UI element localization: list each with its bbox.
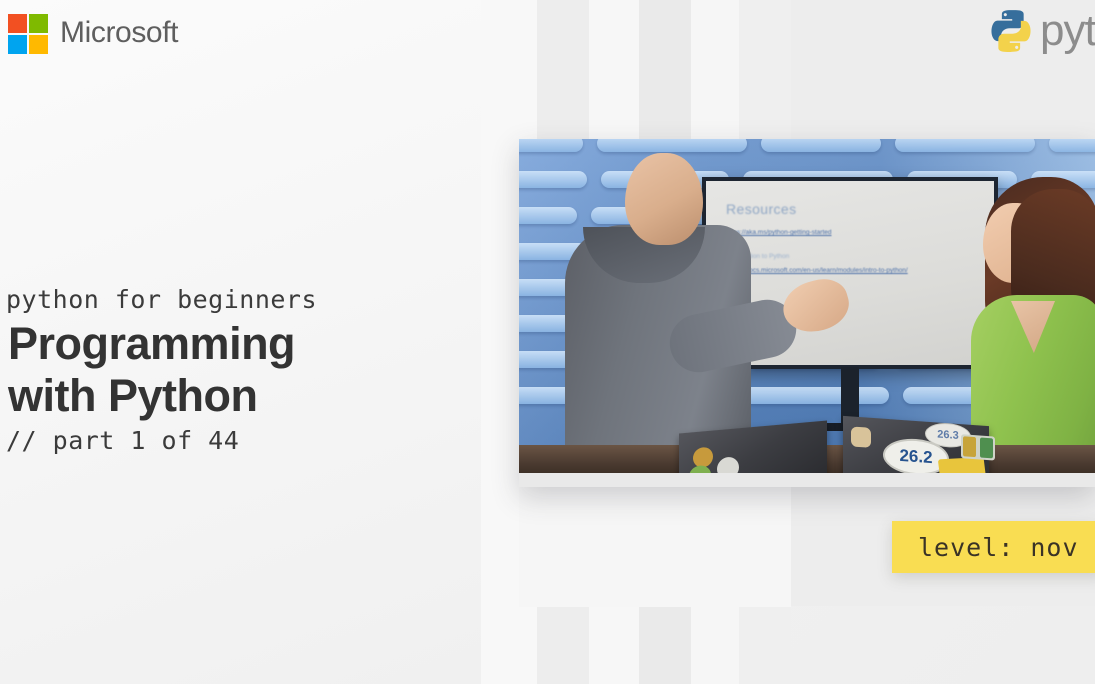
slide-canvas: Microsoft python for beginners // part 1… [0,0,1095,684]
series-kicker-line-1: python for beginners [6,285,318,314]
python-logo-icon [991,10,1031,52]
series-kicker-line-2: // part 1 of 44 [6,426,240,455]
level-badge: level: nov [892,521,1095,573]
microsoft-logo-square-green [29,14,48,33]
page-title-line-1: Programming [8,318,296,369]
python-wordmark: python [1040,6,1095,55]
level-badge-label: level: nov [918,532,1079,562]
video-backdrop-panel-inner [519,487,791,607]
slide-link-docs-module[interactable]: https://docs.microsoft.com/en-us/learn/m… [726,267,908,274]
microsoft-logo [8,14,50,56]
video-frame[interactable]: Resources https://aka.ms/python-getting-… [519,139,1095,487]
microsoft-logo-square-red [8,14,27,33]
laptop-sticker-bear [851,426,871,448]
page-title-line-2: with Python [8,370,258,421]
microsoft-wordmark: Microsoft [60,16,179,49]
desk-front-edge [519,473,1095,487]
presenter-left-head [625,153,703,245]
page-title: Programming with Python [8,318,296,422]
microsoft-logo-square-blue [8,35,27,54]
laptop-sticker-badge-pair [961,434,995,461]
microsoft-logo-square-yellow [29,35,48,54]
python-logo [988,8,1034,54]
